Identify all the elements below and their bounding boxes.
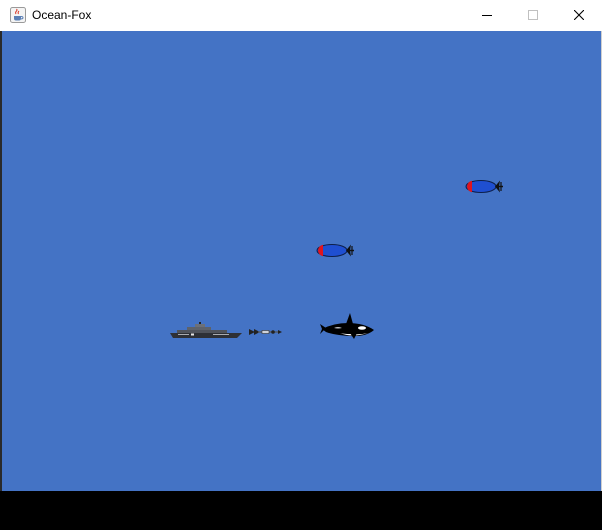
game-window: Ocean-Fox [0, 0, 602, 530]
torpedo-icon [465, 180, 503, 193]
close-button[interactable] [556, 0, 602, 31]
harpoon-icon [249, 329, 282, 335]
orca-icon [320, 313, 374, 339]
maximize-icon [528, 10, 538, 20]
title-bar[interactable]: Ocean-Fox [0, 0, 602, 32]
bottom-bar [0, 491, 602, 530]
close-icon [574, 10, 584, 20]
ocean-game-canvas[interactable] [2, 31, 601, 491]
minimize-button[interactable] [464, 0, 510, 31]
window-title: Ocean-Fox [32, 8, 92, 22]
warship-icon [170, 322, 242, 338]
maximize-button[interactable] [510, 0, 556, 31]
java-cup-icon[interactable] [10, 7, 26, 23]
torpedo-icon [316, 244, 354, 257]
minimize-icon [482, 15, 492, 16]
